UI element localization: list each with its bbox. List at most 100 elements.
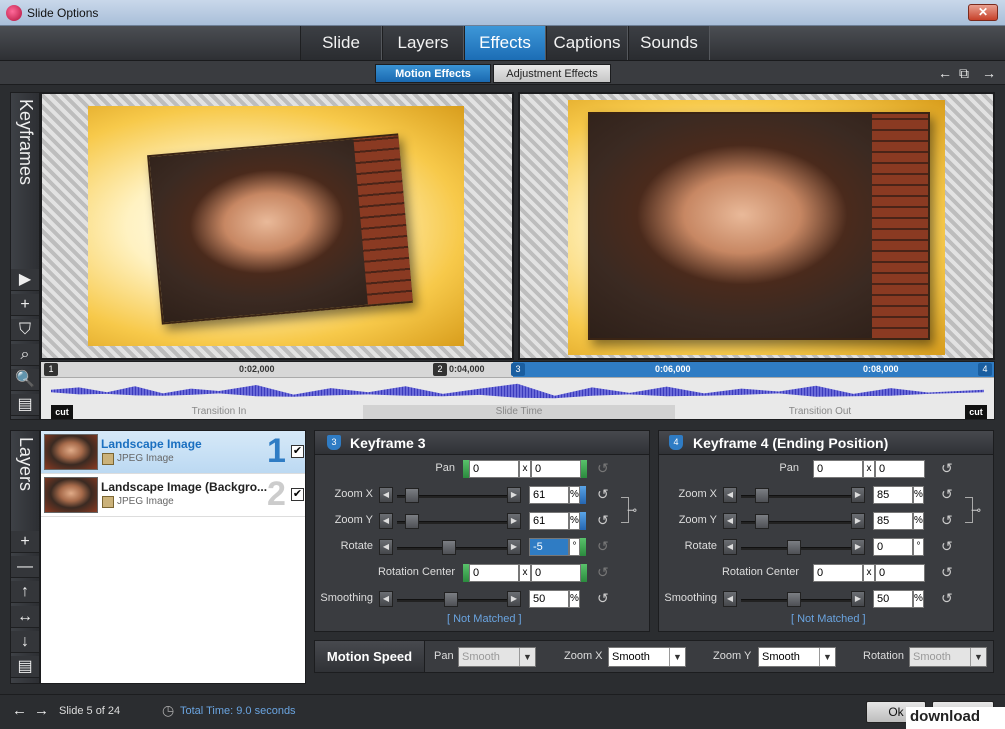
tab-adjustment-effects[interactable]: Adjustment Effects bbox=[493, 64, 611, 83]
keyframe-marker-1[interactable]: 1 bbox=[44, 363, 58, 376]
zoom-y-thumb[interactable] bbox=[755, 514, 769, 529]
preview-start[interactable] bbox=[40, 92, 514, 360]
slider-right-icon[interactable]: ▶ bbox=[507, 539, 521, 555]
zoom-x-speed-select[interactable]: Smooth ▼ bbox=[608, 647, 686, 667]
keyframe-search-icon[interactable]: ⌕ bbox=[11, 344, 39, 366]
rotate-input[interactable]: -5 bbox=[529, 538, 569, 556]
keyframe-marker-3[interactable]: 3 bbox=[511, 363, 525, 376]
tab-layers[interactable]: Layers bbox=[382, 26, 464, 60]
preview-end[interactable] bbox=[518, 92, 995, 360]
zoom-x-input[interactable]: 85 bbox=[873, 486, 913, 504]
rotation-center-x-input[interactable]: 0 bbox=[469, 564, 519, 582]
reset-icon[interactable]: ↺ bbox=[941, 538, 953, 555]
close-button[interactable]: ✕ bbox=[968, 4, 998, 21]
rotate-input[interactable]: 0 bbox=[873, 538, 913, 556]
zoom-y-input[interactable]: 85 bbox=[873, 512, 913, 530]
pan-x-input[interactable]: 0 bbox=[469, 460, 519, 478]
slider-left-icon[interactable]: ◀ bbox=[379, 513, 393, 529]
reset-icon[interactable]: ↺ bbox=[597, 512, 609, 529]
not-matched-link[interactable]: [ Not Matched ] bbox=[791, 613, 866, 625]
reset-icon[interactable]: ↺ bbox=[597, 590, 609, 607]
rotation-center-y-input[interactable]: 0 bbox=[531, 564, 581, 582]
not-matched-link[interactable]: [ Not Matched ] bbox=[447, 613, 522, 625]
smoothing-input[interactable]: 50 bbox=[529, 590, 569, 608]
move-up-icon[interactable]: ↑ bbox=[11, 581, 39, 603]
next-slide-icon[interactable]: → bbox=[34, 702, 49, 719]
smoothing-thumb[interactable] bbox=[787, 592, 801, 607]
zoom-x-thumb[interactable] bbox=[755, 488, 769, 503]
slider-left-icon[interactable]: ◀ bbox=[379, 539, 393, 555]
keyframe-marker-icon[interactable]: ⛉ bbox=[11, 319, 39, 341]
next-slide-arrow-icon[interactable]: → bbox=[982, 65, 996, 81]
tab-slide[interactable]: Slide bbox=[300, 26, 382, 60]
keyframe-marker-4[interactable]: 4 bbox=[978, 363, 992, 376]
remove-layer-icon[interactable]: — bbox=[11, 556, 39, 578]
keyframe-marker-2[interactable]: 2 bbox=[433, 363, 447, 376]
slider-left-icon[interactable]: ◀ bbox=[379, 487, 393, 503]
slide-time-segment[interactable]: Slide Time bbox=[363, 405, 675, 419]
add-keyframe-icon[interactable]: + bbox=[11, 294, 39, 316]
zoom-x-thumb[interactable] bbox=[405, 488, 419, 503]
zoom-y-speed-select[interactable]: Smooth ▼ bbox=[758, 647, 836, 667]
reset-icon[interactable]: ↺ bbox=[941, 486, 953, 503]
layer-row[interactable]: Landscape Image JPEG Image 1 ✔ bbox=[41, 431, 305, 474]
smoothing-thumb[interactable] bbox=[444, 592, 458, 607]
slider-left-icon[interactable]: ◀ bbox=[723, 487, 737, 503]
prev-slide-icon[interactable]: ← bbox=[12, 702, 27, 719]
slider-left-icon[interactable]: ◀ bbox=[723, 513, 737, 529]
slider-right-icon[interactable]: ▶ bbox=[507, 487, 521, 503]
reset-icon[interactable]: ↺ bbox=[941, 564, 953, 581]
smoothing-input[interactable]: 50 bbox=[873, 590, 913, 608]
rotate-thumb[interactable] bbox=[787, 540, 801, 555]
reset-icon[interactable]: ↺ bbox=[597, 564, 609, 581]
slider-right-icon[interactable]: ▶ bbox=[851, 539, 865, 555]
slider-left-icon[interactable]: ◀ bbox=[723, 539, 737, 555]
layer-row[interactable]: Landscape Image (Backgro... JPEG Image 2… bbox=[41, 474, 305, 517]
slider-right-icon[interactable]: ▶ bbox=[851, 513, 865, 529]
tab-effects[interactable]: Effects bbox=[464, 26, 546, 60]
zoom-icon[interactable]: 🔍 bbox=[11, 369, 39, 391]
transition-in-segment[interactable]: Transition In bbox=[75, 405, 363, 419]
reset-icon[interactable]: ↺ bbox=[941, 512, 953, 529]
layer-visible-checkbox[interactable]: ✔ bbox=[291, 445, 304, 458]
tab-sounds[interactable]: Sounds bbox=[628, 26, 710, 60]
rotation-speed-select[interactable]: Smooth ▼ bbox=[909, 647, 987, 667]
cut-marker-end[interactable]: cut bbox=[965, 405, 987, 419]
rotation-center-x-input[interactable]: 0 bbox=[813, 564, 863, 582]
pan-y-input[interactable]: 0 bbox=[531, 460, 581, 478]
timeline[interactable]: 0:02,000 0:04,000 0:06,000 0:08,000 1 2 … bbox=[40, 361, 995, 420]
slider-left-icon[interactable]: ◀ bbox=[723, 591, 737, 607]
copy-icon[interactable]: ⧉ bbox=[959, 65, 969, 82]
link-chain-icon[interactable]: ⊸ bbox=[971, 503, 981, 517]
transition-out-segment[interactable]: Transition Out bbox=[675, 405, 965, 419]
zoom-x-input[interactable]: 61 bbox=[529, 486, 569, 504]
pan-x-input[interactable]: 0 bbox=[813, 460, 863, 478]
zoom-y-input[interactable]: 61 bbox=[529, 512, 569, 530]
tab-motion-effects[interactable]: Motion Effects bbox=[375, 64, 491, 83]
reset-icon[interactable]: ↺ bbox=[941, 460, 953, 477]
slider-right-icon[interactable]: ▶ bbox=[851, 487, 865, 503]
link-chain-icon[interactable]: ⊸ bbox=[627, 503, 637, 517]
reset-icon[interactable]: ↺ bbox=[597, 460, 609, 477]
layer-list-icon[interactable]: ▤ bbox=[11, 656, 39, 678]
prev-slide-arrow-icon[interactable]: ← bbox=[938, 65, 952, 81]
reset-icon[interactable]: ↺ bbox=[941, 590, 953, 607]
rotation-center-y-input[interactable]: 0 bbox=[875, 564, 925, 582]
slider-right-icon[interactable]: ▶ bbox=[507, 591, 521, 607]
move-horizontal-icon[interactable]: ↔ bbox=[11, 606, 39, 628]
pan-speed-select[interactable]: Smooth ▼ bbox=[458, 647, 536, 667]
slider-right-icon[interactable]: ▶ bbox=[507, 513, 521, 529]
layer-visible-checkbox[interactable]: ✔ bbox=[291, 488, 304, 501]
rotate-thumb[interactable] bbox=[442, 540, 456, 555]
play-icon[interactable]: ▶ bbox=[11, 269, 39, 291]
reset-icon[interactable]: ↺ bbox=[597, 538, 609, 555]
list-icon[interactable]: ▤ bbox=[11, 394, 39, 416]
move-down-icon[interactable]: ↓ bbox=[11, 631, 39, 653]
pan-y-input[interactable]: 0 bbox=[875, 460, 925, 478]
reset-icon[interactable]: ↺ bbox=[597, 486, 609, 503]
slider-right-icon[interactable]: ▶ bbox=[851, 591, 865, 607]
add-layer-icon[interactable]: + bbox=[11, 531, 39, 553]
tab-captions[interactable]: Captions bbox=[546, 26, 628, 60]
cut-marker-start[interactable]: cut bbox=[51, 405, 73, 419]
zoom-y-thumb[interactable] bbox=[405, 514, 419, 529]
